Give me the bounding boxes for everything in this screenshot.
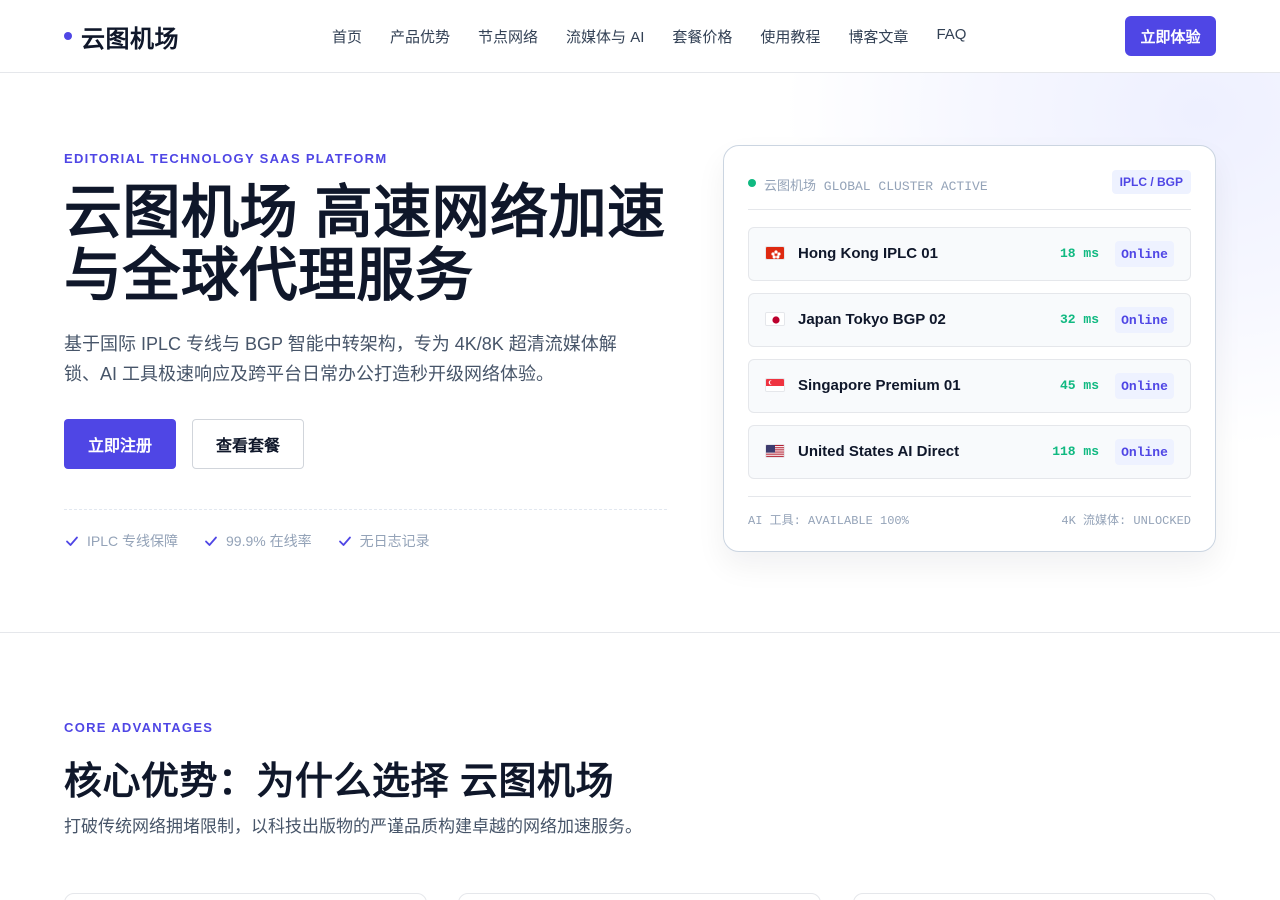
nav-item-nodes[interactable]: 节点网络	[478, 26, 538, 47]
logo-dot-icon	[64, 32, 72, 40]
ai-tools-status: AI 工具: AVAILABLE 100%	[748, 514, 909, 528]
feature-check-label: IPLC 专线保障	[87, 533, 179, 549]
hero-description: 基于国际 IPLC 专线与 BGP 智能中转架构，专为 4K/8K 超清流媒体解…	[64, 334, 617, 384]
node-name: United States AI Direct	[798, 443, 960, 460]
advantage-card	[458, 893, 821, 900]
node-name: Hong Kong IPLC 01	[798, 245, 938, 262]
feature-check-label: 99.9% 在线率	[226, 533, 312, 549]
hero-title-line-2: 与全球代理服务	[64, 243, 474, 308]
hero-divider	[64, 509, 667, 510]
hero-title-line-1: 云图机场 高速网络加速	[64, 180, 666, 245]
hero-section: EDITORIAL TECHNOLOGY SAAS PLATFORM 云图机场 …	[0, 73, 1280, 633]
streaming-status: 4K 流媒体: UNLOCKED	[1061, 514, 1191, 528]
site-header: 云图机场 首页 产品优势 节点网络 流媒体与 AI 套餐价格 使用教程 博客文章…	[0, 0, 1280, 73]
network-type-badge: IPLC / BGP	[1111, 170, 1191, 194]
node-latency: 118 ms	[1052, 444, 1099, 459]
check-icon	[66, 536, 78, 546]
main-nav: 首页 产品优势 节点网络 流媒体与 AI 套餐价格 使用教程 博客文章 FAQ	[332, 26, 966, 47]
advantage-card	[853, 893, 1216, 900]
nav-item-tutorials[interactable]: 使用教程	[760, 26, 820, 47]
nav-item-advantages[interactable]: 产品优势	[390, 26, 450, 47]
card-header: 云图机场 GLOBAL CLUSTER ACTIVE IPLC / BGP	[748, 168, 1191, 210]
cluster-status-card: 云图机场 GLOBAL CLUSTER ACTIVE IPLC / BGP Ho…	[723, 145, 1216, 552]
nav-item-home[interactable]: 首页	[332, 26, 362, 47]
view-plans-button[interactable]: 查看套餐	[192, 419, 304, 469]
hero-title: 云图机场 高速网络加速 与全球代理服务	[64, 181, 684, 307]
advantage-card	[64, 893, 427, 900]
check-icon	[338, 536, 351, 546]
register-button[interactable]: 立即注册	[64, 419, 176, 469]
feature-check-label: 无日志记录	[359, 533, 430, 549]
advantages-description: 打破传统网络拥堵限制，以科技出版物的严谨品质构建卓越的网络加速服务。	[64, 817, 642, 836]
try-now-button[interactable]: 立即体验	[1125, 16, 1216, 56]
node-latency: 32 ms	[1059, 312, 1099, 327]
hero-eyebrow: EDITORIAL TECHNOLOGY SAAS PLATFORM	[64, 151, 388, 166]
feature-check-item: 99.9% 在线率	[203, 531, 312, 551]
japan-flag-icon	[765, 312, 785, 326]
node-name: Singapore Premium 01	[798, 377, 961, 394]
feature-check-item: IPLC 专线保障	[64, 531, 178, 551]
node-status-badge: Online	[1115, 373, 1174, 399]
node-status-badge: Online	[1115, 307, 1174, 333]
feature-check-item: 无日志记录	[337, 531, 430, 551]
nav-item-blog[interactable]: 博客文章	[848, 26, 908, 47]
advantages-eyebrow: CORE ADVANTAGES	[64, 720, 214, 735]
feature-checks: IPLC 专线保障 99.9% 在线率 无日志记录	[64, 531, 430, 551]
node-latency: 18 ms	[1059, 246, 1099, 261]
hong-kong-flag-icon	[765, 246, 785, 260]
advantages-section: CORE ADVANTAGES 核心优势：为什么选择 云图机场 打破传统网络拥堵…	[0, 634, 1280, 900]
node-status-badge: Online	[1115, 439, 1174, 465]
logo-text: 云图机场	[81, 25, 179, 53]
check-icon	[205, 536, 217, 546]
node-row[interactable]: United States AI Direct 118 ms Online	[748, 425, 1191, 479]
node-row[interactable]: Hong Kong IPLC 01 18 ms Online	[748, 227, 1191, 281]
status-dot-icon	[748, 179, 756, 187]
node-row[interactable]: Singapore Premium 01 45 ms Online	[748, 359, 1191, 413]
united-states-flag-icon	[765, 444, 785, 458]
card-footer: AI 工具: AVAILABLE 100% 4K 流媒体: UNLOCKED	[748, 496, 1191, 528]
node-name: Japan Tokyo BGP 02	[798, 311, 946, 328]
nav-item-pricing[interactable]: 套餐价格	[672, 26, 732, 47]
nav-item-streaming-ai[interactable]: 流媒体与 AI	[566, 26, 644, 47]
advantages-title: 核心优势：为什么选择 云图机场	[64, 761, 615, 803]
cluster-status-text: 云图机场 GLOBAL CLUSTER ACTIVE	[764, 179, 988, 194]
node-row[interactable]: Japan Tokyo BGP 02 32 ms Online	[748, 293, 1191, 347]
node-status-badge: Online	[1115, 241, 1174, 267]
singapore-flag-icon	[765, 378, 785, 392]
logo[interactable]: 云图机场	[64, 20, 179, 53]
nav-item-faq[interactable]: FAQ	[936, 26, 966, 47]
node-latency: 45 ms	[1059, 378, 1099, 393]
